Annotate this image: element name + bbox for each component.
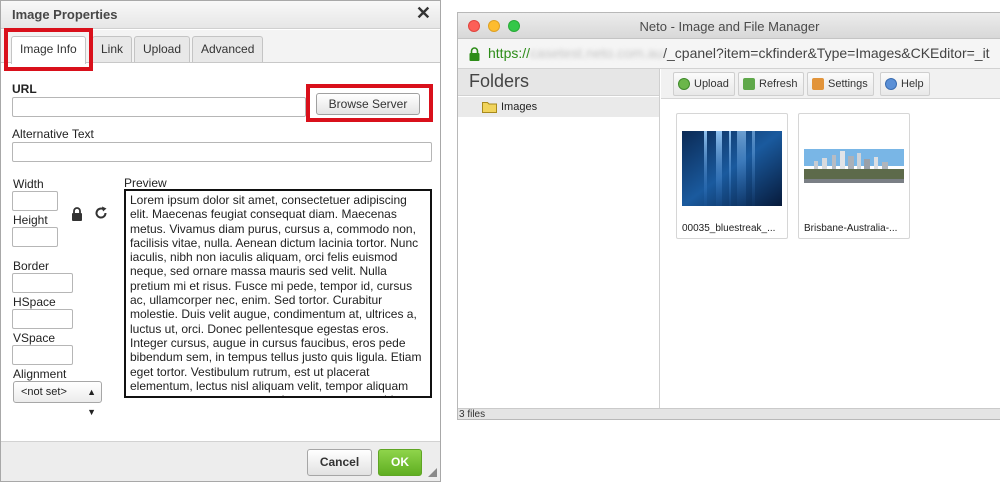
height-label: Height (13, 213, 48, 227)
file-manager-window: Neto - Image and File Manager https://ca… (457, 12, 1000, 420)
dialog-titlebar: Image Properties ✕ (1, 1, 440, 29)
settings-icon (812, 78, 824, 90)
folders-heading: Folders (458, 69, 659, 96)
file-name: 00035_bluestreak_... (682, 223, 776, 234)
help-icon (885, 78, 897, 90)
height-input[interactable] (12, 227, 58, 247)
alt-text-label: Alternative Text (12, 127, 94, 141)
blue-streak-image (682, 131, 782, 206)
tab-upload[interactable]: Upload (134, 36, 191, 62)
window-titlebar: Neto - Image and File Manager (458, 13, 1000, 39)
browse-server-button[interactable]: Browse Server (316, 93, 420, 115)
vspace-input[interactable] (12, 345, 73, 365)
url-text[interactable]: https://casetest.neto.com.au/_cpanel?ite… (488, 45, 990, 61)
ok-button[interactable]: OK (378, 449, 422, 476)
refresh-icon (743, 78, 755, 90)
folders-pane: Folders Images (458, 69, 660, 408)
files-area: 00035_bluestreak_... Brisbane-Australia-… (661, 100, 1000, 408)
address-bar[interactable]: https://casetest.neto.com.au/_cpanel?ite… (458, 39, 1000, 69)
url-host-blurred: casetest.neto.com.au (530, 45, 664, 61)
alignment-label: Alignment (13, 367, 67, 381)
settings-button[interactable]: Settings (807, 72, 874, 96)
file-toolbar: Upload Refresh Settings Help (661, 69, 1000, 99)
folder-name: Images (501, 101, 538, 113)
upload-icon (678, 78, 690, 90)
reset-size-icon[interactable] (94, 206, 108, 220)
secure-lock-icon (469, 47, 480, 61)
alignment-value: <not set> (21, 386, 67, 398)
width-input[interactable] (12, 191, 58, 211)
hspace-label: HSpace (13, 295, 56, 309)
upload-button[interactable]: Upload (673, 72, 735, 96)
refresh-button[interactable]: Refresh (738, 72, 804, 96)
tab-image-info[interactable]: Image Info (11, 36, 86, 64)
vspace-label: VSpace (13, 331, 56, 345)
preview-label: Preview (124, 176, 167, 190)
help-button[interactable]: Help (880, 72, 930, 96)
alt-text-input[interactable] (12, 142, 432, 162)
window-title: Neto - Image and File Manager (639, 19, 820, 34)
close-icon[interactable]: ✕ (416, 3, 431, 24)
file-item[interactable]: Brisbane-Australia-... (798, 113, 910, 239)
image-properties-dialog: Image Properties ✕ Image Info Link Uploa… (0, 0, 441, 482)
settings-label: Settings (828, 78, 868, 90)
lock-ratio-icon[interactable] (71, 207, 83, 221)
dialog-footer: Cancel OK (1, 441, 440, 481)
help-label: Help (901, 78, 924, 90)
folder-icon (482, 102, 497, 113)
width-label: Width (13, 177, 44, 191)
url-input[interactable] (12, 97, 306, 117)
tab-advanced[interactable]: Advanced (192, 36, 264, 62)
cancel-button[interactable]: Cancel (307, 449, 372, 476)
dialog-title: Image Properties (12, 7, 118, 22)
upload-label: Upload (694, 78, 729, 90)
screenshot-stage: Image Properties ✕ Image Info Link Uploa… (0, 0, 1000, 482)
hspace-input[interactable] (12, 309, 73, 329)
border-input[interactable] (12, 273, 73, 293)
resize-grip-icon[interactable] (428, 468, 437, 477)
url-path: /_cpanel?item=ckfinder&Type=Images&CKEdi… (663, 45, 990, 61)
select-arrows-icon: ▲ ▼ (87, 387, 96, 417)
dialog-tabs: Image Info Link Upload Advanced (1, 30, 440, 64)
file-item[interactable]: 00035_bluestreak_... (676, 113, 788, 239)
preview-box: Lorem ipsum dolor sit amet, consectetuer… (124, 189, 432, 398)
status-bar: 3 files (458, 408, 1000, 419)
url-scheme: https:// (488, 45, 531, 61)
refresh-label: Refresh (759, 78, 798, 90)
folder-item-images[interactable]: Images (458, 97, 659, 117)
tab-link[interactable]: Link (92, 36, 133, 62)
file-name: Brisbane-Australia-... (804, 223, 898, 234)
alignment-select[interactable]: <not set> ▲ ▼ (13, 381, 102, 417)
border-label: Border (13, 259, 50, 273)
url-label: URL (12, 82, 37, 96)
city-skyline-image (804, 131, 904, 206)
